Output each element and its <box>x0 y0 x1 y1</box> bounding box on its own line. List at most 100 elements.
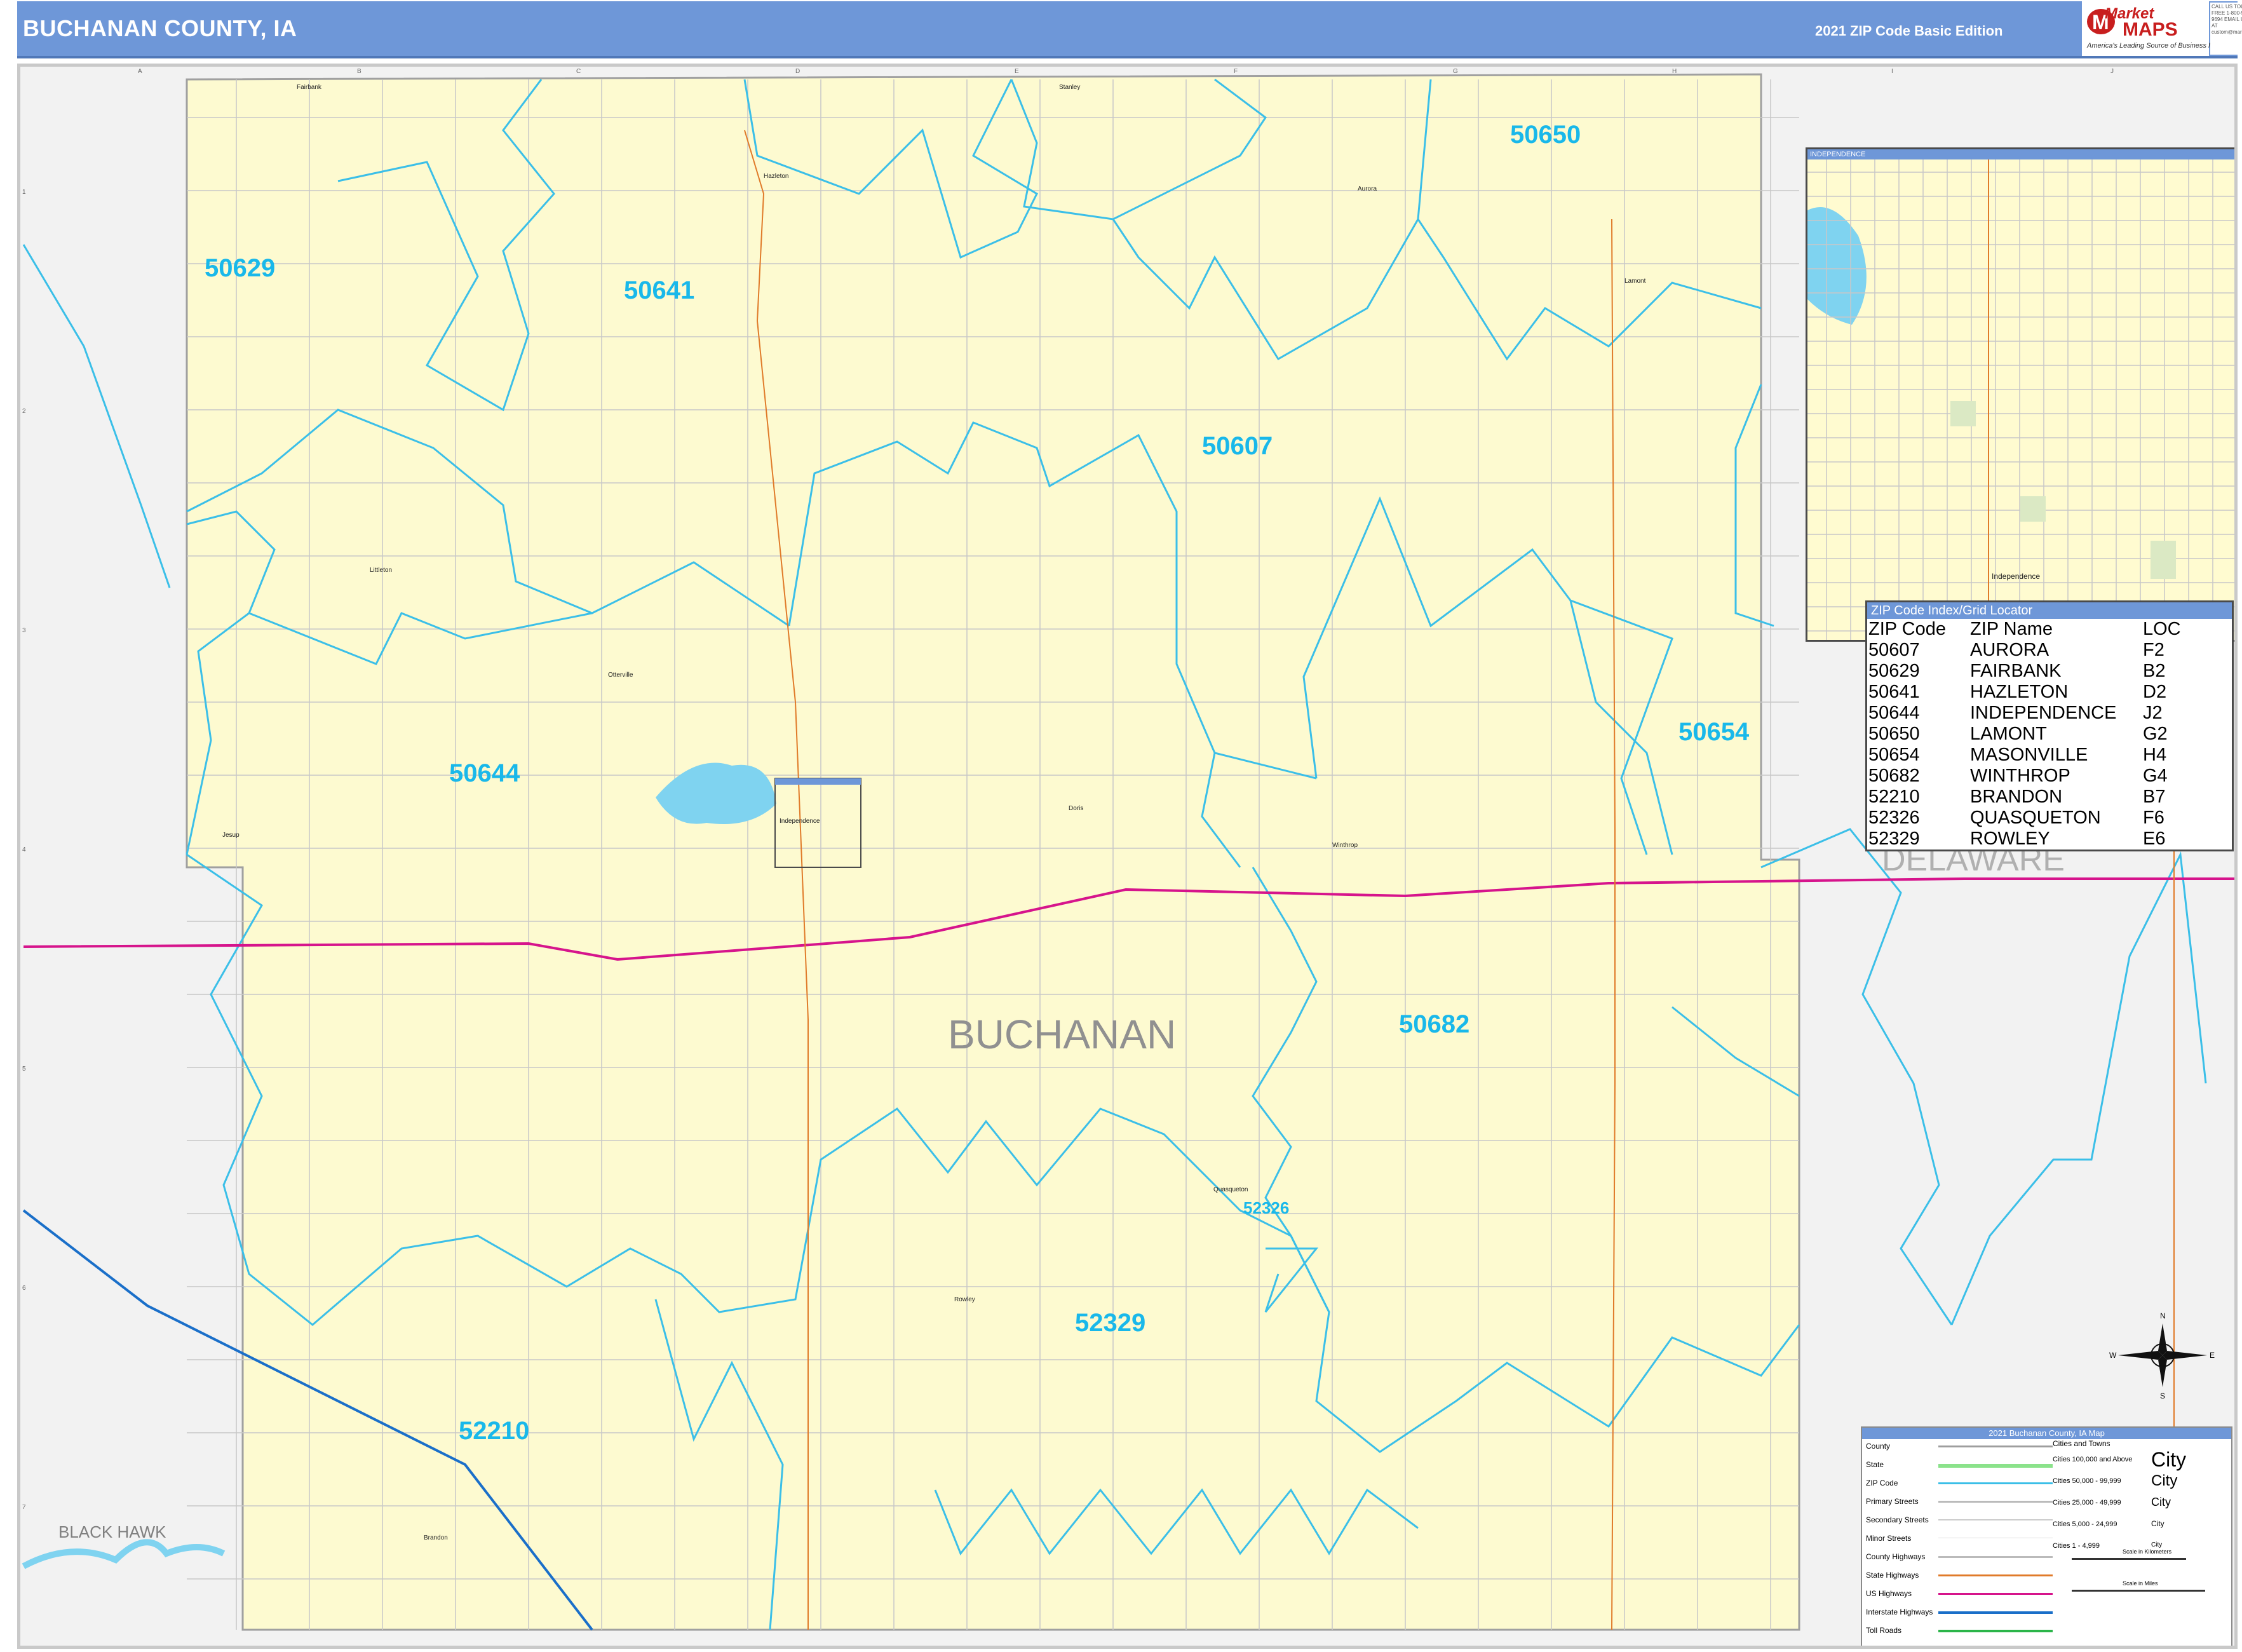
grid-row-1: 1 <box>22 189 26 196</box>
neighbor-label-black-hawk: BLACK HAWK <box>58 1522 166 1541</box>
legend-city-size-label: Cities 5,000 - 24,999 <box>2053 1520 2117 1528</box>
zip-loc-cell: F2 <box>2143 640 2164 660</box>
legend-item-swatch <box>1938 1611 2053 1614</box>
zip-label-50650: 50650 <box>1510 121 1581 149</box>
legend-item-label: County Highways <box>1866 1552 1926 1561</box>
county-name-label: BUCHANAN <box>948 1012 1176 1057</box>
legend-item-swatch <box>1938 1630 2053 1632</box>
town-quasqueton: Quasqueton <box>1213 1186 1248 1193</box>
zip-name-cell: FAIRBANK <box>1970 661 2062 681</box>
zip-name-cell: BRANDON <box>1970 787 2063 807</box>
zip-loc-cell: B2 <box>2143 661 2166 681</box>
zip-name-cell: AURORA <box>1970 640 2050 660</box>
zip-code-cell: 50641 <box>1868 682 1920 702</box>
legend-item-label: County <box>1866 1442 1891 1451</box>
zip-index-row: 50629 FAIRBANK B2 <box>1867 661 2232 682</box>
zip-index-row: 52210 BRANDON B7 <box>1867 787 2232 808</box>
grid-col-e: E <box>1015 68 1019 75</box>
legend-title: 2021 Buchanan County, IA Map <box>1862 1428 2231 1439</box>
grid-col-j: J <box>2110 68 2114 75</box>
compass-w: W <box>2109 1351 2117 1360</box>
zip-loc-cell: H4 <box>2143 745 2167 765</box>
header-bar: BUCHANAN COUNTY, IA 2021 ZIP Code Basic … <box>17 1 2242 58</box>
zip-label-50629: 50629 <box>205 254 275 282</box>
legend-item-swatch <box>1938 1519 2053 1520</box>
legend-item-label: Secondary Streets <box>1866 1515 1929 1524</box>
edition-label: 2021 ZIP Code Basic Edition <box>1815 23 2003 39</box>
zip-code-cell: 52329 <box>1868 829 1920 849</box>
zip-loc-cell: F6 <box>2143 808 2164 828</box>
scale-bar-mi <box>2072 1590 2205 1592</box>
zip-loc-cell: B7 <box>2143 787 2166 807</box>
zip-label-50654: 50654 <box>1678 718 1750 746</box>
compass-s: S <box>2160 1391 2165 1400</box>
zip-label-52329: 52329 <box>1075 1309 1145 1337</box>
compass-rose: N E S W <box>2109 1311 2215 1400</box>
zip-loc-cell: G2 <box>2143 724 2168 744</box>
legend-city-sample: City <box>2151 1472 2178 1489</box>
zip-code-cell: 50607 <box>1868 640 1920 660</box>
zip-index-row: 50682 WINTHROP G4 <box>1867 766 2232 787</box>
zip-name-cell: WINTHROP <box>1970 766 2070 786</box>
legend-city-sample: City <box>2151 1541 2163 1548</box>
zip-name-cell: HAZLETON <box>1970 682 2069 702</box>
grid-row-6: 6 <box>22 1285 26 1292</box>
county-fill[interactable] <box>186 73 1800 1631</box>
zip-index-row: 50644 INDEPENDENCE J2 <box>1867 703 2232 724</box>
map-frame[interactable]: A B C D E F G H I J 1 2 3 4 5 6 7 BUCHAN… <box>17 64 2238 1649</box>
legend-item-label: Minor Streets <box>1866 1534 1912 1543</box>
header-zip-name: ZIP Name <box>1970 619 2053 639</box>
grid-row-5: 5 <box>22 1066 26 1073</box>
town-independence: Independence <box>780 818 820 825</box>
legend-item-label: State Highways <box>1866 1571 1919 1580</box>
zip-index-row: 50654 MASONVILLE H4 <box>1867 745 2232 766</box>
logo-tagline: America's Leading Source of Business Map… <box>2087 42 2225 50</box>
header-loc: LOC <box>2143 619 2181 639</box>
legend-item-swatch <box>1938 1556 2053 1558</box>
legend-item-swatch <box>1938 1593 2053 1595</box>
legend-item-label: ZIP Code <box>1866 1479 1898 1487</box>
legend-city-size-label: Cities 50,000 - 99,999 <box>2053 1477 2121 1485</box>
legend-item-swatch <box>1938 1446 2053 1447</box>
town-fairbank: Fairbank <box>297 84 322 91</box>
legend-city-sample: City <box>2151 1519 2164 1528</box>
legend-city-size-label: Cities 100,000 and Above <box>2053 1456 2133 1463</box>
legend-cities-header: Cities and Towns <box>2053 1439 2110 1448</box>
legend-scale-mi: Scale in Miles <box>2123 1580 2158 1587</box>
legend-item-label: Interstate Highways <box>1866 1608 1933 1616</box>
grid-col-b: B <box>357 68 361 75</box>
independence-inset-map[interactable]: INDEPENDENCE Independence <box>1806 147 2234 642</box>
zip-index-title: ZIP Code Index/Grid Locator <box>1867 602 2232 619</box>
grid-row-3: 3 <box>22 627 26 634</box>
grid-col-i: I <box>1891 68 1893 75</box>
legend-item-swatch <box>1938 1482 2053 1484</box>
town-lamont: Lamont <box>1624 278 1646 285</box>
inset-city-label: Independence <box>1992 572 2040 581</box>
town-aurora: Aurora <box>1358 186 1377 193</box>
legend-city-sample: City <box>2151 1448 2187 1471</box>
map-legend: 2021 Buchanan County, IA Map County State… <box>1861 1426 2232 1646</box>
zip-index-header-row: ZIP Code ZIP Name LOC <box>1867 619 2232 640</box>
zip-loc-cell: D2 <box>2143 682 2167 702</box>
map-title: BUCHANAN COUNTY, IA <box>23 15 297 41</box>
town-hazleton: Hazleton <box>764 173 788 180</box>
town-rowley: Rowley <box>954 1296 975 1303</box>
zip-loc-cell: G4 <box>2143 766 2168 786</box>
legend-item-swatch <box>1938 1501 2053 1503</box>
grid-col-d: D <box>795 68 800 75</box>
zip-name-cell: INDEPENDENCE <box>1970 703 2117 723</box>
zip-code-cell: 52210 <box>1868 787 1920 807</box>
zip-name-cell: LAMONT <box>1970 724 2047 744</box>
legend-item-label: Toll Roads <box>1866 1626 1902 1635</box>
zip-label-50641: 50641 <box>624 276 694 304</box>
scale-bar-km <box>2072 1558 2186 1560</box>
legend-scale-km: Scale in Kilometers <box>2123 1548 2172 1555</box>
zip-code-cell: 50629 <box>1868 661 1920 681</box>
legend-item-swatch <box>1938 1464 2053 1468</box>
grid-row-labels: 1 2 3 4 5 6 7 <box>22 189 26 1511</box>
zip-label-52326: 52326 <box>1243 1198 1289 1217</box>
grid-col-a: A <box>138 68 142 75</box>
zip-index-row: 50650 LAMONT G2 <box>1867 724 2232 745</box>
legend-city-sample: City <box>2151 1496 2171 1508</box>
town-otterville: Otterville <box>608 672 633 679</box>
